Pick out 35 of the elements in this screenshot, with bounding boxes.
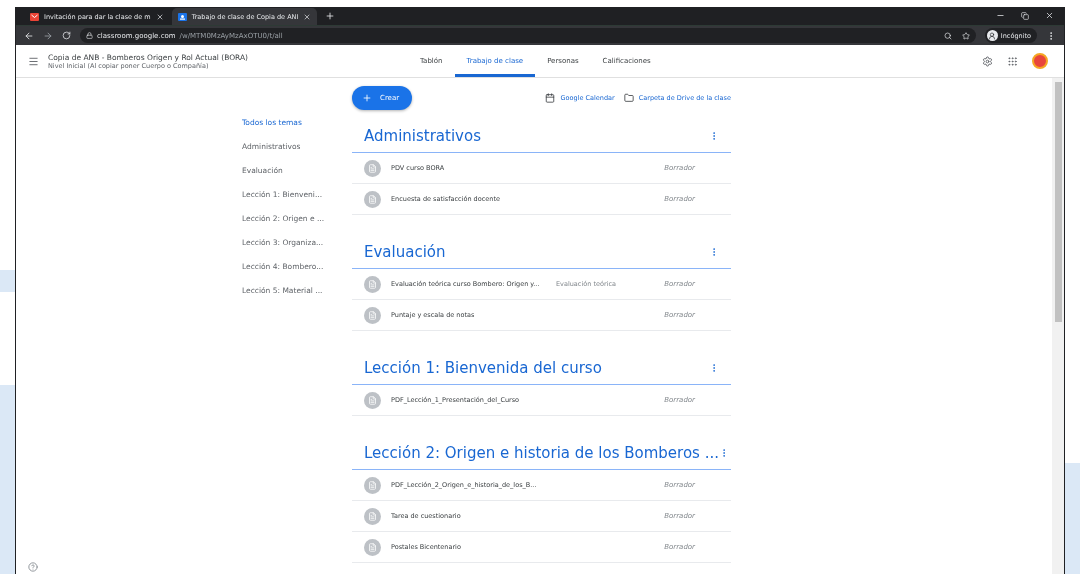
- document-icon: [364, 391, 381, 409]
- forward-icon[interactable]: [43, 30, 53, 41]
- new-tab-icon[interactable]: [325, 11, 336, 21]
- topic-heading: Evaluación: [364, 243, 446, 261]
- apps-icon[interactable]: [1007, 55, 1018, 67]
- document-icon: [364, 275, 381, 293]
- mail-favicon-icon: [30, 12, 39, 21]
- plus-icon: [362, 93, 372, 103]
- incognito-icon: [986, 30, 998, 41]
- document-icon: [364, 538, 381, 556]
- topic-heading: Lección 2: Origen e historia de los Bomberos ...: [364, 444, 719, 462]
- reload-icon[interactable]: [62, 31, 71, 40]
- document-icon: [364, 159, 381, 177]
- menu-icon[interactable]: [28, 55, 39, 67]
- close-icon[interactable]: [303, 12, 312, 21]
- search-icon[interactable]: [943, 31, 952, 40]
- star-icon[interactable]: [961, 31, 970, 40]
- scrollbar[interactable]: [1052, 78, 1064, 574]
- calendar-icon: [545, 93, 556, 103]
- folder-icon: [623, 93, 634, 103]
- settings-icon[interactable]: [982, 55, 993, 67]
- topic-heading: Administrativos: [364, 127, 481, 145]
- close-icon[interactable]: [1045, 11, 1054, 20]
- classroom-favicon-icon: [177, 12, 187, 21]
- lock-icon: [86, 32, 93, 39]
- close-icon[interactable]: [155, 12, 164, 21]
- restore-icon[interactable]: [1021, 11, 1029, 20]
- document-icon: [364, 476, 381, 494]
- topic-heading: Lección 1: Bienvenida del curso: [364, 359, 602, 377]
- document-icon: [364, 190, 381, 208]
- document-icon: [364, 507, 381, 525]
- avatar[interactable]: [1032, 53, 1048, 69]
- document-icon: [364, 306, 381, 324]
- back-icon[interactable]: [24, 30, 34, 41]
- background-shape: [0, 270, 16, 292]
